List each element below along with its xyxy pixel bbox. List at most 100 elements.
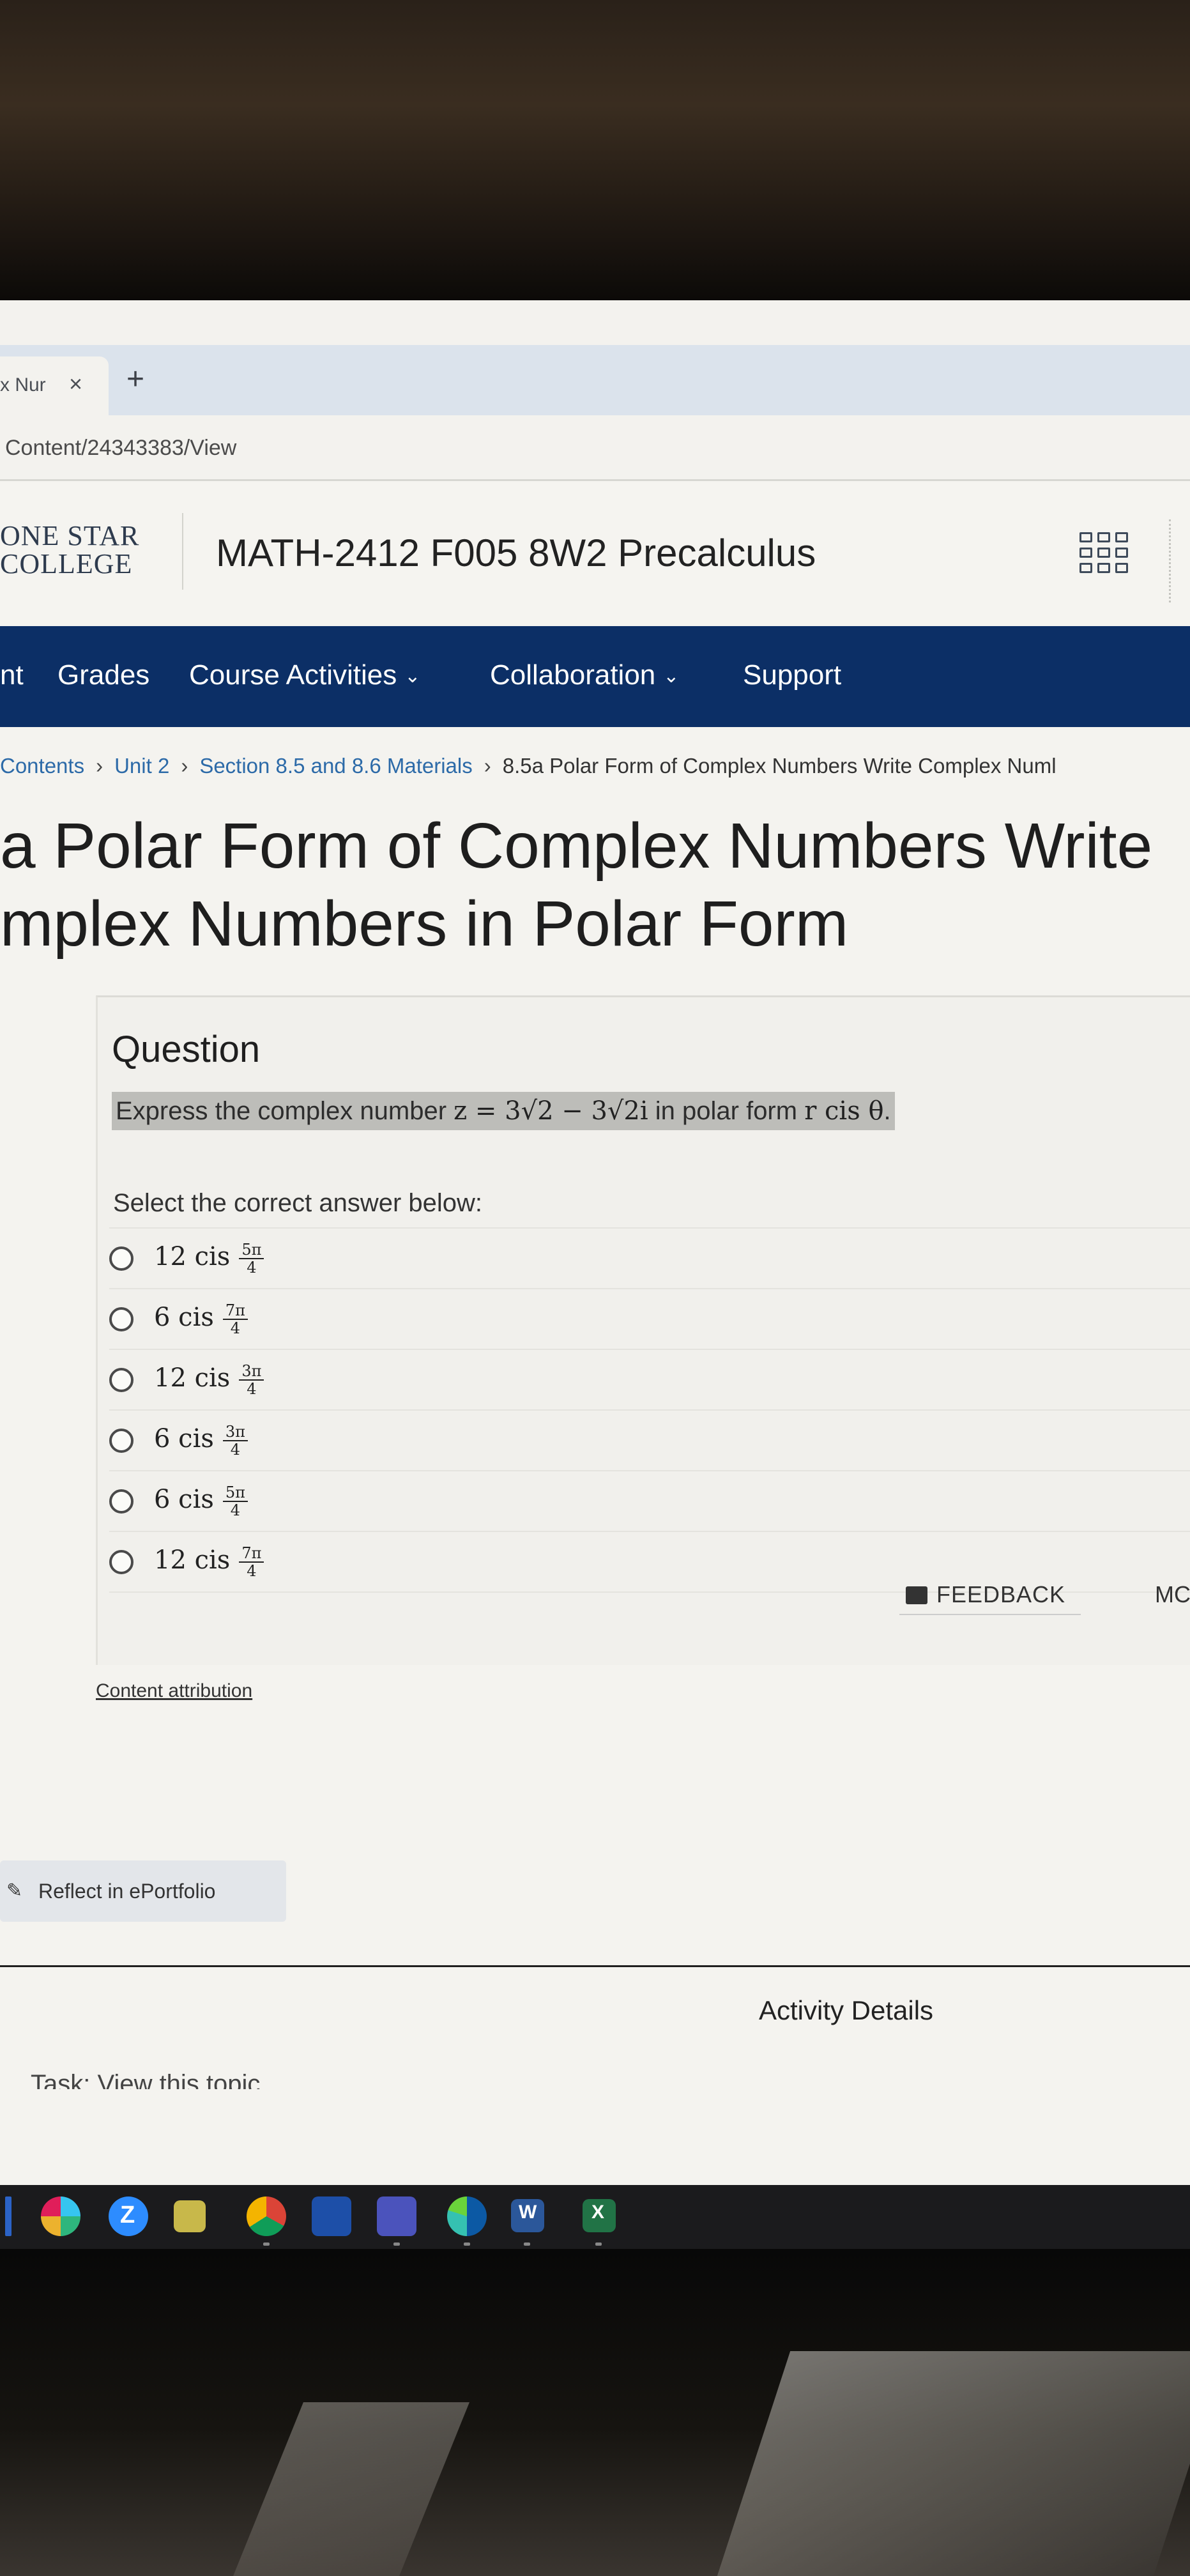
answer-fraction: 5π 4 — [239, 1241, 264, 1276]
fraction-denominator: 4 — [247, 1259, 257, 1276]
radio-button[interactable] — [109, 1368, 133, 1392]
nav-label: Support — [743, 659, 842, 691]
answer-text: 6 cis 3π 4 — [154, 1423, 248, 1458]
radio-button[interactable] — [109, 1307, 133, 1331]
edge-icon[interactable] — [447, 2196, 487, 2236]
breadcrumb: Contents › Unit 2 › Section 8.5 and 8.6 Mate… — [0, 754, 1190, 778]
task-text: Task: View this topic — [31, 2070, 261, 2089]
fraction-denominator: 4 — [230, 1319, 241, 1337]
answer-coefficient: 6 cis — [154, 1424, 214, 1453]
nav-label: Grades — [57, 659, 150, 691]
running-indicator — [595, 2242, 602, 2246]
breadcrumb-link[interactable]: Section 8.5 and 8.6 Materials — [199, 754, 472, 778]
tab-close-icon[interactable]: × — [69, 371, 82, 397]
answer-text: 6 cis 7π 4 — [154, 1302, 248, 1337]
slack-icon[interactable] — [41, 2196, 80, 2236]
nav-label: Collaboration — [490, 659, 656, 691]
radio-button[interactable] — [109, 1429, 133, 1453]
fraction-denominator: 4 — [230, 1441, 241, 1459]
running-indicator — [464, 2242, 470, 2246]
radio-button[interactable] — [109, 1246, 133, 1271]
reflect-label: Reflect in ePortfolio — [38, 1880, 216, 1903]
nav-item-grades[interactable]: Grades — [57, 659, 149, 691]
os-taskbar: Z W X — [0, 2185, 1190, 2249]
college-logo[interactable]: ONE STAR COLLEGE — [0, 522, 147, 578]
zoom-letter: Z — [120, 2202, 135, 2228]
monitor-screen: x Nur × + Content/24343383/View ONE STAR… — [0, 300, 1190, 2185]
feedback-button[interactable]: FEEDBACK — [899, 1575, 1081, 1615]
answer-option[interactable]: 12 cis 5π 4 — [109, 1227, 1190, 1288]
header-divider — [182, 513, 183, 590]
nav-item-support[interactable]: Support — [743, 659, 841, 691]
answer-text: 6 cis 5π 4 — [154, 1484, 248, 1519]
prompt-math: z = 3√2 − 3√2i — [454, 1096, 648, 1126]
feedback-icon — [906, 1586, 927, 1604]
course-title[interactable]: MATH-2412 F005 8W2 Precalculus — [216, 531, 816, 575]
taskbar-edge-icon[interactable] — [5, 2196, 11, 2236]
answer-option[interactable]: 6 cis 3π 4 — [109, 1409, 1190, 1470]
answer-coefficient: 12 cis — [154, 1242, 231, 1271]
snipping-icon[interactable] — [174, 2200, 206, 2232]
answer-fraction: 7π 4 — [239, 1545, 264, 1579]
header-edge-separator — [1169, 519, 1190, 602]
question-card: Question Express the complex number z = … — [96, 995, 1190, 1665]
answer-option[interactable]: 12 cis 3π 4 — [109, 1349, 1190, 1409]
logo-line-1: ONE STAR — [0, 520, 140, 551]
new-tab-button[interactable]: + — [126, 364, 144, 395]
logo-line-2: COLLEGE — [0, 548, 133, 579]
fraction-numerator: 5π — [222, 1484, 248, 1502]
page-title: a Polar Form of Complex Numbers Write mp… — [0, 807, 1190, 963]
chevron-down-icon: ⌄ — [404, 666, 421, 687]
nav-item-content[interactable]: nt — [0, 659, 24, 691]
page-title-line-2: mplex Numbers in Polar Form — [0, 888, 849, 960]
radio-button[interactable] — [109, 1550, 133, 1574]
browser-tab[interactable]: x Nur × — [0, 356, 109, 415]
activity-details-heading[interactable]: Activity Details — [759, 1995, 933, 2026]
teams-icon[interactable] — [377, 2196, 416, 2236]
question-prompt: Express the complex number z = 3√2 − 3√2… — [112, 1092, 895, 1130]
question-instruction: Select the correct answer below: — [113, 1189, 483, 1217]
prompt-math: r cis θ — [804, 1096, 884, 1126]
breadcrumb-current: 8.5a Polar Form of Complex Numbers Write… — [502, 754, 1057, 778]
answer-fraction: 3π 4 — [222, 1423, 248, 1459]
answer-fraction: 3π 4 — [239, 1363, 264, 1397]
fraction-numerator: 3π — [222, 1423, 248, 1441]
more-button[interactable]: MC — [1155, 1575, 1190, 1614]
running-indicator — [263, 2242, 270, 2246]
reflect-eportfolio-button[interactable]: ✎ Reflect in ePortfolio — [0, 1860, 286, 1922]
answer-option[interactable]: 6 cis 7π 4 — [109, 1288, 1190, 1349]
address-bar[interactable]: Content/24343383/View — [0, 415, 1190, 481]
tab-title: x Nur — [0, 374, 46, 395]
content-attribution-link[interactable]: Content attribution — [96, 1680, 252, 1702]
prompt-text: Express the complex number — [116, 1097, 454, 1125]
address-url[interactable]: Content/24343383/View — [5, 436, 236, 461]
answer-option[interactable]: 6 cis 5π 4 — [109, 1470, 1190, 1531]
breadcrumb-link[interactable]: Contents — [0, 754, 84, 778]
answer-list: 12 cis 5π 4 6 cis 7π 4 12 cis 3π 4 6 cis 3π 4 6 … — [109, 1227, 1190, 1593]
nav-item-course-activities[interactable]: Course Activities ⌄ — [189, 659, 420, 691]
nav-label: Course Activities — [189, 659, 397, 691]
breadcrumb-link[interactable]: Unit 2 — [114, 754, 169, 778]
pencil-icon: ✎ — [6, 1880, 23, 1901]
fraction-numerator: 5π — [239, 1241, 264, 1259]
nav-item-collaboration[interactable]: Collaboration ⌄ — [490, 659, 679, 691]
fraction-denominator: 4 — [230, 1501, 241, 1519]
course-navbar: nt Grades Course Activities ⌄ Collaborati… — [0, 626, 1190, 727]
fraction-numerator: 7π — [222, 1302, 248, 1320]
chrome-icon[interactable] — [247, 2196, 286, 2236]
question-heading: Question — [112, 1029, 261, 1070]
answer-fraction: 5π 4 — [222, 1484, 248, 1519]
grid-icon[interactable] — [1079, 532, 1129, 582]
fraction-numerator: 7π — [239, 1545, 264, 1563]
webex-icon[interactable] — [312, 2196, 351, 2236]
site-header: ONE STAR COLLEGE MATH-2412 F005 8W2 Prec… — [0, 481, 1190, 627]
breadcrumb-separator: › — [484, 754, 491, 778]
breadcrumb-separator: › — [96, 754, 103, 778]
feedback-label: FEEDBACK — [936, 1581, 1066, 1607]
answer-text: 12 cis 3π 4 — [154, 1363, 264, 1397]
nav-label: nt — [0, 659, 24, 691]
section-divider — [0, 1965, 1190, 1967]
radio-button[interactable] — [109, 1489, 133, 1514]
excel-letter: X — [591, 2202, 605, 2223]
breadcrumb-separator: › — [181, 754, 188, 778]
